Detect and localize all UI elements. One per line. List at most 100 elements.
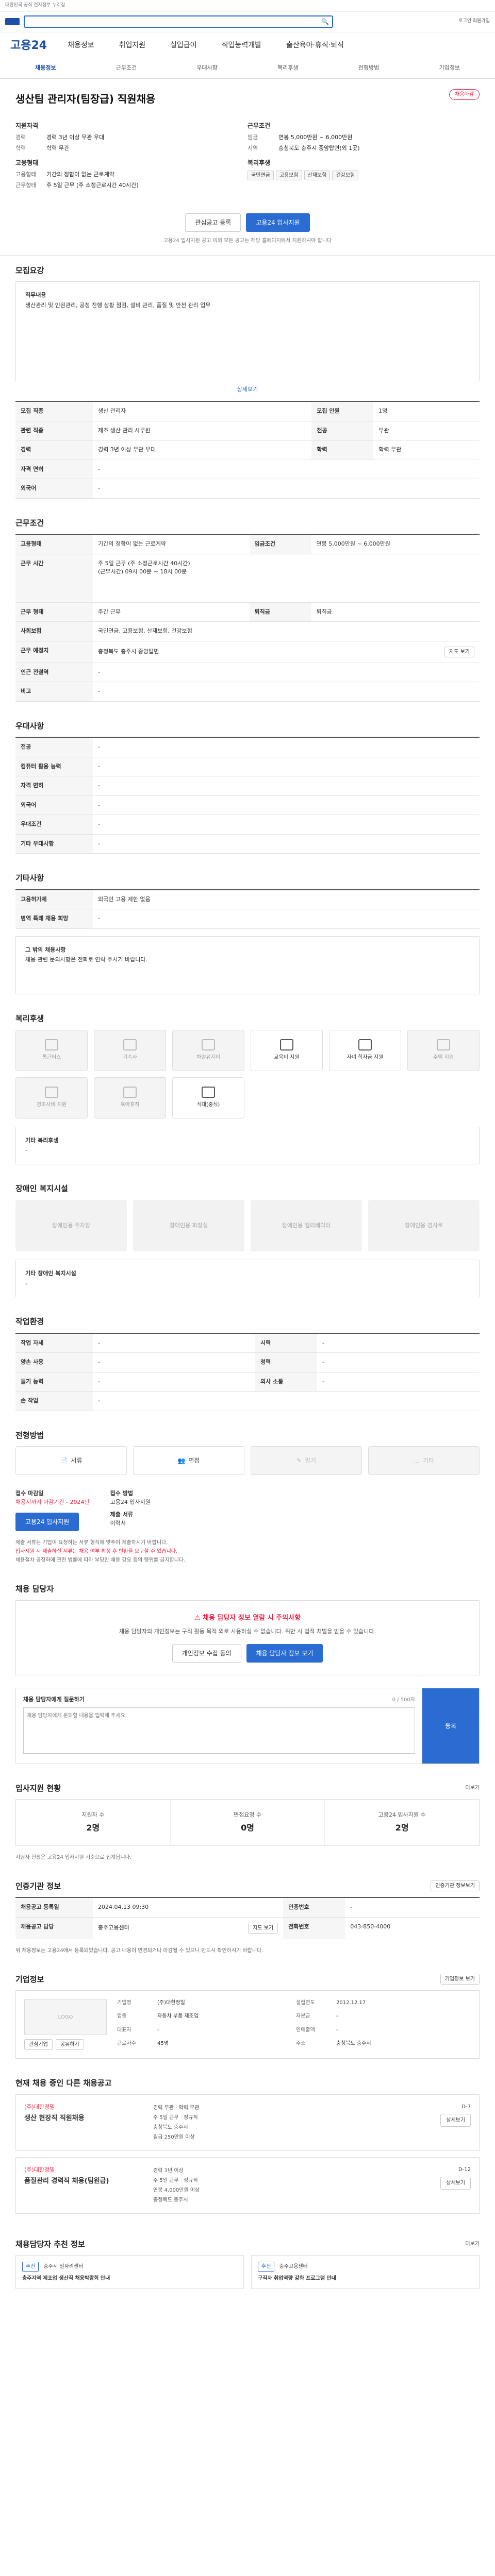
job-card-title[interactable]: 품질관리 경력직 채용(팀원급) xyxy=(24,2176,153,2187)
row-key: 퇴직금 xyxy=(249,602,311,622)
row-key: 컴퓨터 활용 능력 xyxy=(15,757,93,777)
company-more-button[interactable]: 기업정보 보기 xyxy=(440,1974,480,1985)
gov-logo xyxy=(5,18,20,25)
gnb-item[interactable]: 취업지원 xyxy=(119,40,146,51)
status-more-link[interactable]: 더보기 xyxy=(465,1784,480,1792)
tab-method[interactable]: 전형방법 xyxy=(328,64,409,73)
row-value: 연봉 5,000만원 ~ 6,000만원 xyxy=(278,133,353,141)
welfare-label: 육아휴직 xyxy=(120,1102,140,1108)
recommend-text[interactable]: 구직자 취업역량 강화 프로그램 안내 xyxy=(258,2275,473,2282)
section-title: 장애인 복지시설 xyxy=(15,1184,68,1194)
recommend-card[interactable]: 추천 충주고용센터 구직자 취업역량 강화 프로그램 안내 xyxy=(251,2255,480,2290)
question-submit-button[interactable]: 등록 xyxy=(422,1688,479,1764)
job-card[interactable]: (주)대한정밀 품질관리 경력직 채용(팀원급) 경력 3년 이상 주 5일 근… xyxy=(15,2157,480,2214)
table-row: 모집 직종 생산 관리자 모집 인원 1명 xyxy=(15,401,480,421)
row-key: 인증번호 xyxy=(283,1897,345,1918)
gnb-item[interactable]: 실업급여 xyxy=(170,40,197,51)
disability-grid: 장애인용 주차장 장애인용 화장실 장애인용 엘리베이터 장애인용 경사로 xyxy=(15,1199,480,1251)
section-title: 기타사항 xyxy=(15,873,44,883)
row-value: 경력 3년 이상 무관 우대 xyxy=(46,133,105,141)
row-key: 고용형태 xyxy=(15,171,37,178)
table-row: 양손 사용 - 청력 - xyxy=(15,1352,480,1372)
table-row: 근무 예정지 충청북도 충주시 중앙탑면 지도 보기 xyxy=(15,641,480,663)
apply-button-2[interactable]: 고용24 입사지원 xyxy=(15,1513,79,1532)
table-row: 손 작업 - xyxy=(15,1391,480,1411)
row-key: 들기 능력 xyxy=(15,1372,93,1392)
table-row: 병역 특례 채용 희망 - xyxy=(15,909,480,929)
view-manager-button[interactable]: 채용 담당자 정보 보기 xyxy=(246,1644,323,1663)
work-days: 주 5일 근무 (주 소정근로시간 40시간) xyxy=(98,560,190,567)
info-value: - xyxy=(336,2027,338,2033)
method-pill: 📄 서류 xyxy=(15,1446,127,1476)
welfare-item: 경조사비 지원 xyxy=(15,1077,88,1118)
consent-button[interactable]: 개인정보 수집 동의 xyxy=(172,1644,241,1663)
row-value: - xyxy=(93,1391,480,1411)
job-card-company: (주)대한정밀 xyxy=(24,2166,55,2173)
row-value: 2024.04.13 09:30 xyxy=(93,1897,284,1918)
disability-item: 장애인용 엘리베이터 xyxy=(251,1199,362,1251)
tab-preference[interactable]: 우대사항 xyxy=(167,64,248,73)
recommend-card[interactable]: 추천 충주시 일자리센터 충주지역 제조업 생산직 채용박람회 안내 xyxy=(15,2255,244,2290)
job-card-salary: 충청북도 충주시 xyxy=(153,2197,188,2203)
table-row: 근무 시간 주 5일 근무 (주 소정근로시간 40시간) (근무시간) 09시 0… xyxy=(15,554,480,603)
job-card-dday: D-12 xyxy=(458,2166,471,2173)
stat-label: 면접요청 수 xyxy=(233,1811,262,1819)
welfare-label: 교육비 지원 xyxy=(274,1055,300,1061)
recommend-text[interactable]: 충주지역 제조업 생산직 채용박람회 안내 xyxy=(22,2275,237,2282)
table-row: 채용공고 담당 충주고용센터 지도 보기 전화번호 043-850-4000 xyxy=(15,1917,480,1939)
row-key: 채용공고 담당 xyxy=(15,1917,93,1939)
section-title: 채용담당자 추천 정보 xyxy=(15,2239,85,2249)
pill-label: 필기 xyxy=(304,1457,317,1465)
row-key: 근무 예정지 xyxy=(15,641,93,663)
util-links[interactable]: 로그인 회원가입 xyxy=(458,18,490,25)
tab-condition[interactable]: 근무조건 xyxy=(86,64,167,73)
gnb-item[interactable]: 채용정보 xyxy=(68,40,94,51)
recommend-more-link[interactable]: 더보기 xyxy=(465,2240,480,2248)
tab-welfare[interactable]: 복리후생 xyxy=(248,64,328,73)
agency-info-button[interactable]: 인증기관 정보보기 xyxy=(431,1880,480,1892)
brand-logo[interactable]: 고용24 xyxy=(10,37,47,54)
row-key: 근무형태 xyxy=(15,182,37,189)
info-key: 대표자 xyxy=(117,2027,131,2033)
welfare-item: 차량유지비 xyxy=(172,1029,244,1071)
row-key: 사회보험 xyxy=(15,621,93,641)
question-textarea[interactable] xyxy=(23,1707,415,1754)
row-value: 기간의 정함이 없는 근로계약 xyxy=(93,534,250,554)
share-button[interactable]: 공유하기 xyxy=(55,2039,84,2050)
section-title: 작업환경 xyxy=(15,1317,44,1327)
warning-icon: ⚠ xyxy=(194,1614,201,1622)
recommend-org: 충주시 일자리센터 xyxy=(43,2264,84,2270)
row-value: - xyxy=(93,815,480,835)
job-card-button[interactable]: 상세보기 xyxy=(440,2176,471,2190)
job-card-title[interactable]: 생산 현장직 직원채용 xyxy=(24,2113,153,2124)
welfare-chip: 산재보험 xyxy=(304,170,331,180)
recommend-section: 채용담당자 추천 정보 더보기 추천 충주시 일자리센터 충주지역 제조업 생산… xyxy=(0,2229,495,2299)
info-key: 연매출액 xyxy=(296,2027,315,2033)
row-key: 전화번호 xyxy=(283,1917,345,1939)
row-value: - xyxy=(93,909,480,929)
agency-map-button[interactable]: 지도 보기 xyxy=(248,1922,278,1934)
job-card-button[interactable]: 상세보기 xyxy=(440,2113,471,2127)
job-card[interactable]: (주)대한정밀 생산 현장직 직원채용 경력 무관 · 학력 무관 주 5일 근… xyxy=(15,2094,480,2151)
apply-button[interactable]: 고용24 입사지원 xyxy=(246,213,310,232)
tab-recruit[interactable]: 채용정보 xyxy=(5,64,86,73)
welfare-chips: 국민연금 고용보험 산재보험 건강보험 xyxy=(248,170,480,180)
row-key: 작업 자세 xyxy=(15,1333,93,1353)
info-value: 2012.12.17 xyxy=(336,2000,366,2006)
environment-section: 작업환경 작업 자세 - 시력 - 양손 사용 - 청력 - 들기 능력 - 의사 소통 - 손 … xyxy=(0,1307,495,1420)
duty-more-link[interactable]: 상세보기 xyxy=(15,385,480,394)
section-title: 인증기관 정보 xyxy=(15,1881,61,1891)
scrap-button[interactable]: 관심공고 등록 xyxy=(185,213,241,232)
map-button[interactable]: 지도 보기 xyxy=(444,646,474,657)
gnb-item[interactable]: 출산육아·휴직·퇴직 xyxy=(286,40,344,51)
search-icon[interactable]: 🔍 xyxy=(321,17,329,26)
tab-company[interactable]: 기업정보 xyxy=(409,64,490,73)
summary-right: 근무조건 임금 연봉 5,000만원 ~ 6,000만원 지역 충청북도 충주시 중… xyxy=(248,116,480,193)
favorite-company-button[interactable]: 관심기업 xyxy=(24,2039,53,2050)
row-value: - xyxy=(93,663,480,683)
job-card-company: (주)대한정밀 xyxy=(24,2103,55,2110)
recruit-table: 모집 직종 생산 관리자 모집 인원 1명 관련 직종 제조 생산 관리 사무원 전공 무관… xyxy=(15,401,480,499)
gnb-item[interactable]: 직업능력개발 xyxy=(222,40,261,51)
interview-icon: 👥 xyxy=(177,1457,186,1465)
search-input[interactable]: 🔍 xyxy=(24,15,333,28)
